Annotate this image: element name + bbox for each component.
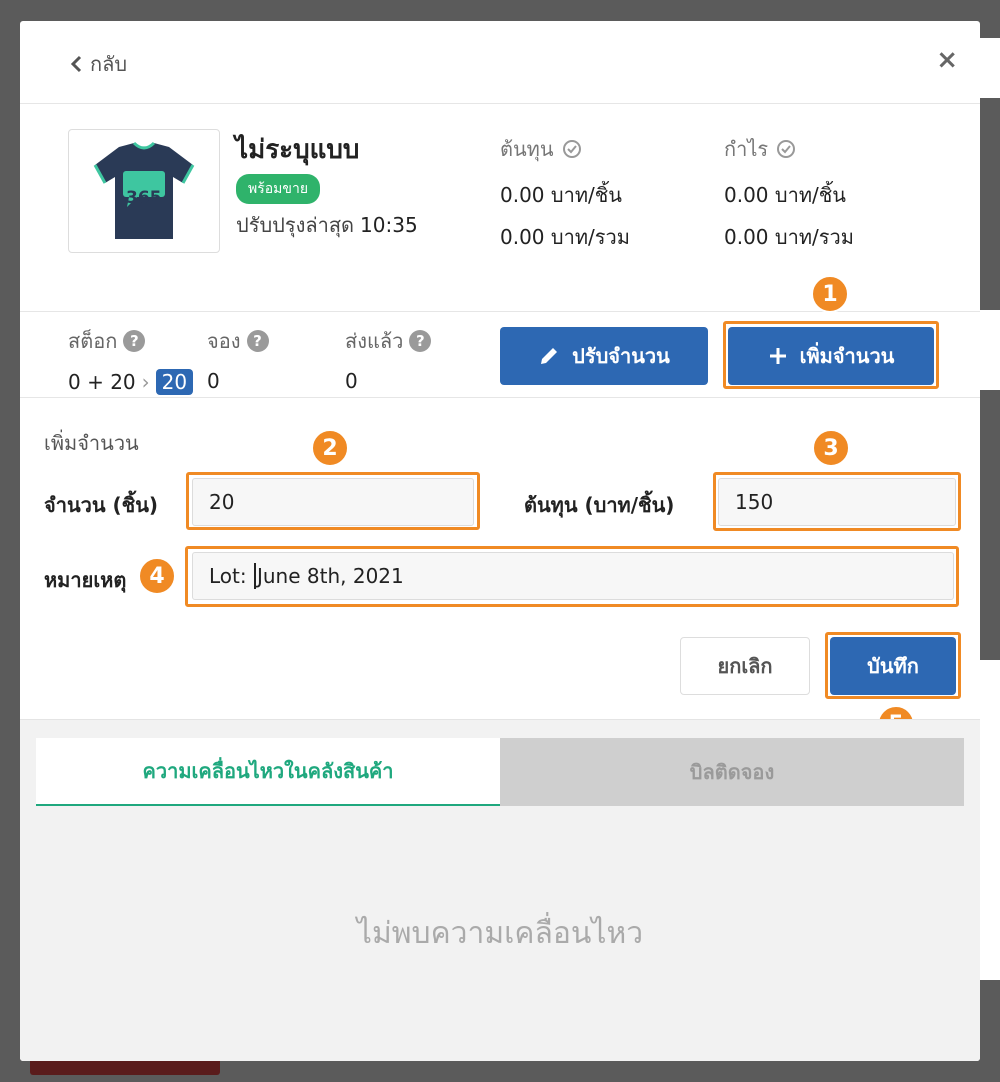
stock-new-value: 20	[155, 369, 194, 395]
chevron-right-icon: ›	[141, 370, 150, 394]
pencil-icon	[541, 348, 558, 364]
last-updated-time: 10:35	[360, 213, 418, 237]
reserved-stat: จอง? 0	[207, 325, 269, 393]
product-image: 365	[68, 129, 220, 253]
profit-per-piece: 0.00 บาท/ชิ้น	[724, 183, 846, 207]
quantity-label: จำนวน (ชิ้น)	[44, 493, 159, 517]
status-badge: พร้อมขาย	[236, 174, 321, 204]
cost-label: ต้นทุน	[500, 137, 554, 161]
divider	[20, 397, 980, 398]
shipped-label: ส่งแล้ว	[345, 329, 404, 353]
background-page-strip	[980, 660, 1000, 980]
adjust-quantity-label: ปรับจำนวน	[572, 344, 670, 368]
cost-total: 0.00 บาท/รวม	[500, 225, 630, 249]
back-label: กลับ	[90, 52, 128, 76]
profit-total: 0.00 บาท/รวม	[724, 225, 854, 249]
help-icon[interactable]: ?	[409, 330, 432, 352]
reserved-value: 0	[207, 369, 220, 393]
callout-1: 1	[811, 275, 849, 313]
product-name: ไม่ระบุแบบ	[235, 135, 360, 165]
adjust-quantity-button[interactable]: ปรับจำนวน	[500, 327, 708, 385]
cost-per-piece: 0.00 บาท/ชิ้น	[500, 183, 622, 207]
stock-value: 0 + 20	[68, 370, 136, 394]
highlight-box	[723, 321, 939, 389]
callout-3: 3	[812, 429, 850, 467]
highlight-box	[825, 632, 961, 699]
note-label: หมายเหตุ	[44, 568, 127, 592]
stock-stat: สต็อก? 0 + 20 › 20	[68, 325, 194, 395]
product-image-text: 365	[126, 188, 162, 208]
stock-label: สต็อก	[68, 329, 118, 353]
help-icon[interactable]: ?	[123, 330, 146, 352]
last-updated: ปรับปรุงล่าสุด 10:35	[236, 209, 418, 241]
highlight-box	[713, 472, 961, 531]
reserved-label: จอง	[207, 329, 241, 353]
unit-cost-label: ต้นทุน (บาท/ชิ้น)	[524, 493, 675, 517]
shipped-stat: ส่งแล้ว? 0	[345, 325, 432, 393]
tab-stock-movement[interactable]: ความเคลื่อนไหวในคลังสินค้า	[36, 738, 500, 806]
cancel-button[interactable]: ยกเลิก	[680, 637, 810, 695]
chevron-left-icon	[70, 55, 82, 73]
add-stock-modal: กลับ × 365 ไม่ระบุแบบ พร้อมขาย ปรับปรุงล…	[20, 21, 980, 1061]
help-icon[interactable]: ?	[246, 330, 269, 352]
movement-panel: ความเคลื่อนไหวในคลังสินค้า บิลติดจอง ไม่…	[20, 719, 980, 1061]
empty-state-message: ไม่พบความเคลื่อนไหว	[356, 916, 644, 951]
callout-4: 4	[138, 557, 176, 595]
tab-reserved-bills[interactable]: บิลติดจอง	[500, 738, 964, 806]
form-section-title: เพิ่มจำนวน	[44, 431, 139, 455]
last-updated-label: ปรับปรุงล่าสุด	[236, 213, 355, 237]
callout-2: 2	[311, 429, 349, 467]
modal-header: กลับ ×	[20, 21, 980, 104]
clock-icon[interactable]	[562, 139, 582, 159]
highlight-box	[185, 546, 959, 607]
back-button[interactable]: กลับ	[70, 48, 127, 80]
shipped-value: 0	[345, 369, 358, 393]
background-page-strip	[980, 38, 1000, 98]
profit-label: กำไร	[724, 137, 769, 161]
cancel-label: ยกเลิก	[717, 654, 773, 678]
clock-icon[interactable]	[776, 139, 796, 159]
background-page-strip	[980, 310, 1000, 390]
profit-column: กำไร 0.00 บาท/ชิ้น 0.00 บาท/รวม	[724, 133, 854, 253]
close-icon[interactable]: ×	[936, 47, 958, 73]
highlight-box	[186, 472, 480, 530]
cost-column: ต้นทุน 0.00 บาท/ชิ้น 0.00 บาท/รวม	[500, 133, 630, 253]
